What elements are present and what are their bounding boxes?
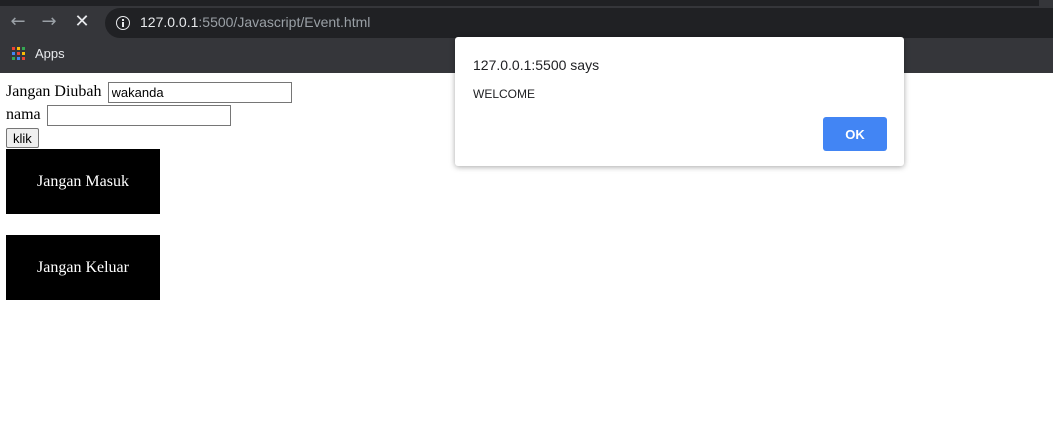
jangan-diubah-input[interactable] bbox=[107, 82, 292, 103]
alert-dialog: 127.0.0.1:5500 says WELCOME OK bbox=[455, 37, 904, 166]
jangan-masuk-box[interactable]: Jangan Masuk bbox=[6, 149, 160, 214]
url-host: 127.0.0.1 bbox=[140, 14, 199, 30]
browser-toolbar: ← → ✕ 127.0.0.1:5500/Javascript/Event.ht… bbox=[0, 6, 1053, 39]
alert-title: 127.0.0.1:5500 says bbox=[473, 57, 600, 73]
jangan-keluar-label: Jangan Keluar bbox=[37, 258, 129, 276]
back-arrow-icon[interactable]: ← bbox=[8, 12, 28, 32]
nama-label: nama bbox=[6, 106, 41, 124]
jangan-keluar-box[interactable]: Jangan Keluar bbox=[6, 235, 160, 300]
apps-bookmark-label[interactable]: Apps bbox=[35, 46, 65, 61]
button-row: klik bbox=[6, 128, 39, 148]
nama-input[interactable] bbox=[46, 105, 231, 126]
info-icon[interactable] bbox=[116, 16, 130, 30]
stop-loading-icon[interactable]: ✕ bbox=[72, 12, 92, 32]
jangan-diubah-label: Jangan Diubah bbox=[6, 83, 102, 101]
address-bar[interactable]: 127.0.0.1:5500/Javascript/Event.html bbox=[105, 8, 1053, 38]
field-row-nama: nama bbox=[6, 105, 231, 126]
field-row-jangan-diubah: Jangan Diubah bbox=[6, 82, 292, 103]
klik-button[interactable]: klik bbox=[6, 128, 39, 148]
apps-grid-icon[interactable] bbox=[12, 47, 26, 61]
alert-message: WELCOME bbox=[473, 87, 536, 101]
url-text[interactable]: 127.0.0.1:5500/Javascript/Event.html bbox=[140, 14, 370, 30]
url-path: :5500/Javascript/Event.html bbox=[198, 14, 371, 30]
forward-arrow-icon[interactable]: → bbox=[39, 12, 59, 32]
jangan-masuk-label: Jangan Masuk bbox=[37, 172, 129, 190]
ok-button[interactable]: OK bbox=[823, 117, 887, 151]
